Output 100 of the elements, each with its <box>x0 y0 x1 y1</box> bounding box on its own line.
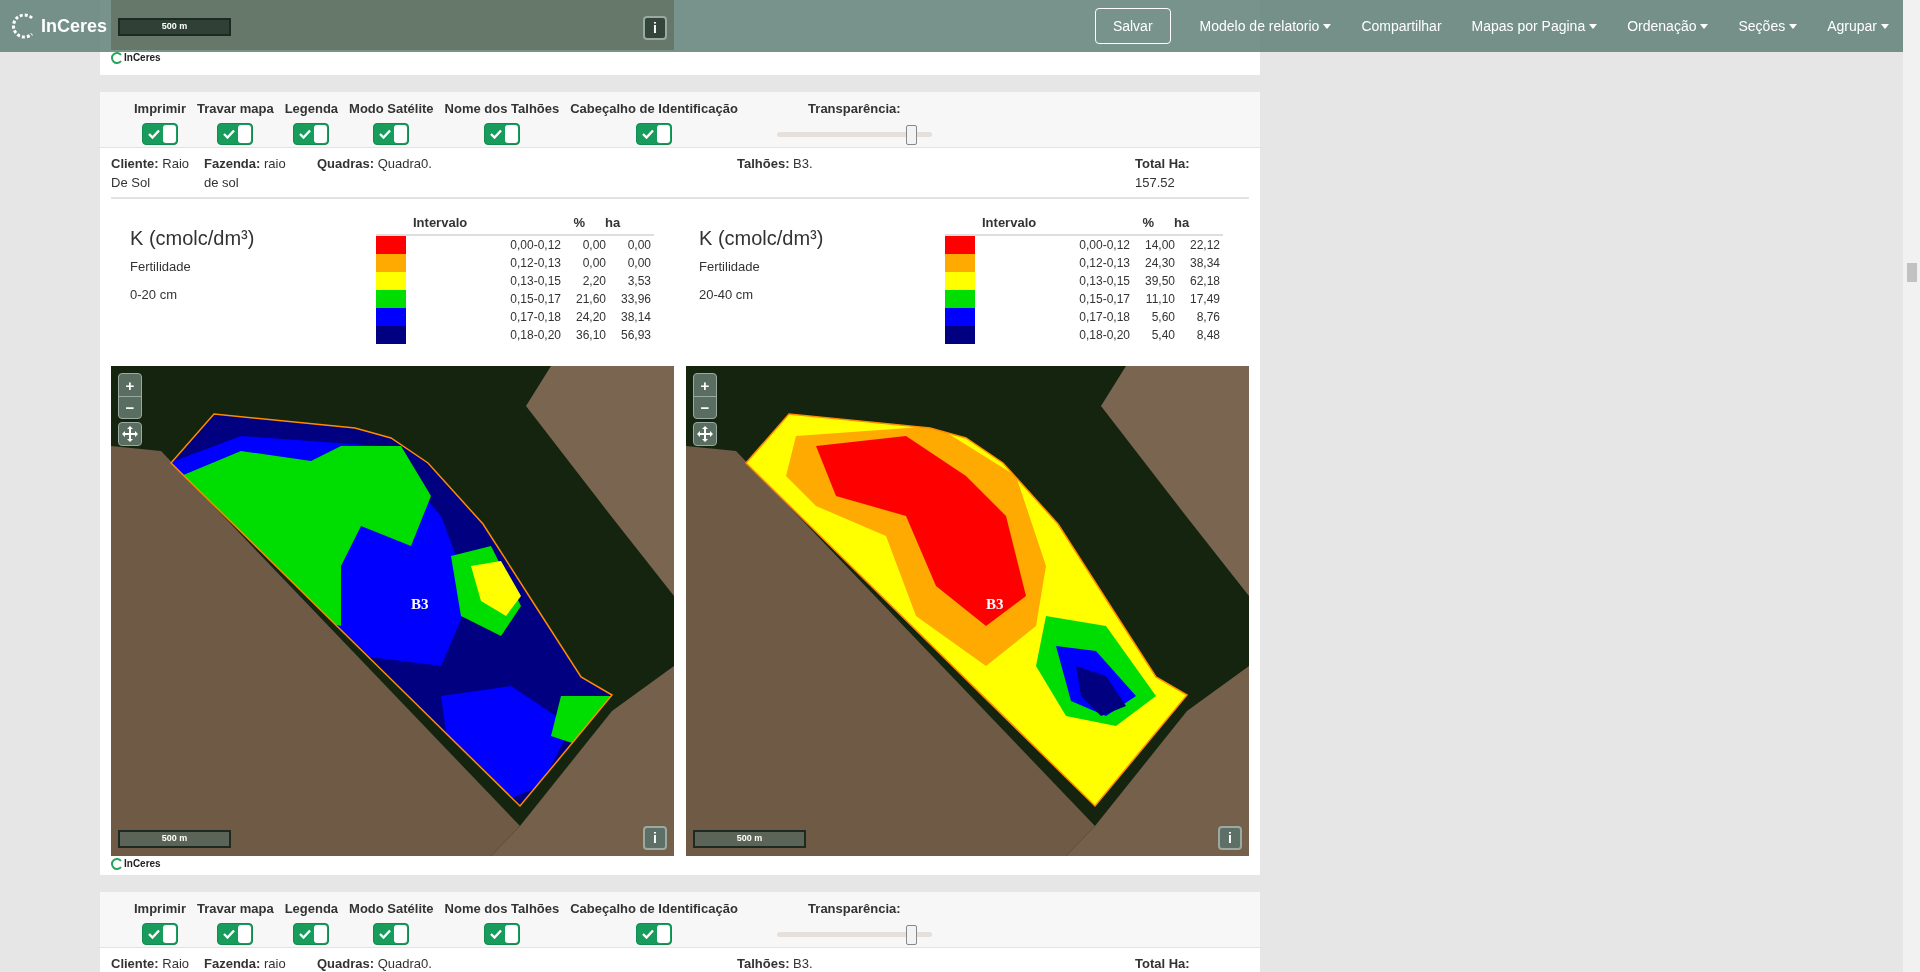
column-header: ha <box>1174 213 1190 232</box>
scale-bar: 500 m <box>118 830 231 848</box>
table-cell-text: 22,12 <box>1188 237 1220 254</box>
plot-label: B3 <box>411 595 429 614</box>
toggle-switch[interactable] <box>142 922 178 945</box>
info-text: Quadras: Quadra0. <box>317 155 433 173</box>
save-button[interactable]: Salvar <box>1094 8 1171 44</box>
toggle-switch[interactable] <box>636 922 673 945</box>
table-cell-text: 0,13-0,15 <box>1078 273 1130 290</box>
toggle-switch[interactable] <box>142 122 178 145</box>
slider-thumb[interactable] <box>905 124 917 145</box>
nav-menu-item[interactable]: Ordenação <box>1627 15 1709 37</box>
check-icon <box>299 928 312 939</box>
check-icon <box>223 128 236 139</box>
info-button[interactable]: i <box>1218 826 1242 850</box>
logo-text: InCeres <box>124 51 161 65</box>
toggle-switch[interactable] <box>293 122 330 145</box>
transparency-slider[interactable] <box>776 924 932 945</box>
nav-menu-item[interactable]: Seções <box>1738 15 1798 37</box>
toggle-knob <box>163 124 176 143</box>
check-icon <box>379 928 392 939</box>
toggle-switch[interactable] <box>217 122 254 145</box>
caret-icon <box>1789 23 1798 29</box>
zoom-out-button[interactable]: − <box>119 396 141 418</box>
table-cell-text: 17,49 <box>1188 291 1220 308</box>
zoom-in-button[interactable]: + <box>694 374 716 396</box>
column-header: Intervalo <box>413 213 469 232</box>
info-button[interactable]: i <box>643 16 667 40</box>
pan-button[interactable] <box>118 422 142 446</box>
toggle-label: Legenda <box>284 100 339 118</box>
toggle-switch[interactable] <box>483 922 520 945</box>
caret-icon <box>1323 23 1332 29</box>
info-text: Quadras: Quadra0. <box>317 955 433 972</box>
check-icon <box>299 128 312 139</box>
toggle-label: Modo Satélite <box>349 100 434 118</box>
toggle-knob <box>238 924 252 943</box>
table-cell-text: 38,14 <box>619 309 651 326</box>
table-cell-text: 0,15-0,17 <box>509 291 561 308</box>
toggle-switch[interactable] <box>373 922 410 945</box>
info-button[interactable]: i <box>643 826 667 850</box>
toggle-label: Imprimir <box>134 900 186 918</box>
toggle-knob <box>314 924 328 943</box>
toggle-knob <box>657 124 671 143</box>
nav-menu-item[interactable]: Mapas por Pagina <box>1471 15 1598 37</box>
slider-label: Transparência: <box>808 100 901 118</box>
pan-button[interactable] <box>693 422 717 446</box>
table-cell-text: 0,17-0,18 <box>509 309 561 326</box>
toggle-knob <box>504 924 518 943</box>
brand-name: InCeres <box>41 14 108 38</box>
toggle-label: Nome dos Talhões <box>444 100 560 118</box>
transparency-slider[interactable] <box>776 124 932 145</box>
zoom-out-button[interactable]: − <box>694 396 716 418</box>
toggle-label: Cabeçalho de Identificação <box>570 100 738 118</box>
nav-menu-item[interactable]: Modelo de relatorio <box>1199 15 1332 37</box>
toggle-switch[interactable] <box>293 922 330 945</box>
table-cell-text: 24,30 <box>1143 255 1175 272</box>
plot-label: B3 <box>986 595 1004 614</box>
table-cell-text: 5,60 <box>1150 309 1175 326</box>
table-cell-text: 0,00 <box>581 237 606 254</box>
table-cell-text: 24,20 <box>574 309 606 326</box>
info-text: Talhões: B3. <box>737 155 814 173</box>
legend-depth: 20-40 cm <box>699 285 755 304</box>
scrollbar-thumb[interactable] <box>1906 263 1917 282</box>
table-cell-text: 33,96 <box>619 291 651 308</box>
toggle-knob <box>657 924 671 943</box>
caret-icon <box>1589 23 1598 29</box>
toggle-switch[interactable] <box>373 122 410 145</box>
table-cell-text: 11,10 <box>1144 291 1175 308</box>
table-cell-text: 38,34 <box>1188 255 1220 272</box>
table-cell-text: 0,00-0,12 <box>509 237 561 254</box>
table-cell-text: 0,12-0,13 <box>1078 255 1130 272</box>
table-cell-text: 39,50 <box>1143 273 1175 290</box>
info-text: Cliente: Raio De Sol <box>111 155 191 192</box>
table-cell-text: 3,53 <box>626 273 651 290</box>
check-icon <box>379 128 392 139</box>
toggle-switch[interactable] <box>636 122 673 145</box>
toggle-knob <box>163 924 176 943</box>
table-cell-text: 5,40 <box>1150 327 1175 344</box>
zoom-in-button[interactable]: + <box>119 374 141 396</box>
info-text: Total Ha: 157.52 <box>1135 155 1191 192</box>
table-cell-text: 14,00 <box>1143 237 1175 254</box>
toggle-knob <box>394 924 408 943</box>
check-icon <box>642 928 655 939</box>
toggle-switch[interactable] <box>483 122 520 145</box>
logo-icon <box>111 857 123 870</box>
slider-thumb[interactable] <box>905 924 917 945</box>
nav-menu-item[interactable]: Agrupar <box>1827 15 1889 37</box>
table-cell-text: 56,93 <box>619 327 651 344</box>
check-icon <box>642 128 655 139</box>
table-cell-text: 0,18-0,20 <box>509 327 561 344</box>
logo-text: InCeres <box>124 857 161 871</box>
move-icon <box>697 426 713 442</box>
info-text: Fazenda: raio <box>204 955 287 972</box>
scrollbar[interactable] <box>1903 0 1920 972</box>
logo-icon <box>111 51 123 64</box>
toggle-switch[interactable] <box>217 922 254 945</box>
nav-menu-item[interactable]: Compartilhar <box>1361 15 1442 37</box>
toggle-knob <box>238 124 252 143</box>
info-text: Cliente: Raio <box>111 955 191 972</box>
table-cell-text: 36,10 <box>574 327 606 344</box>
